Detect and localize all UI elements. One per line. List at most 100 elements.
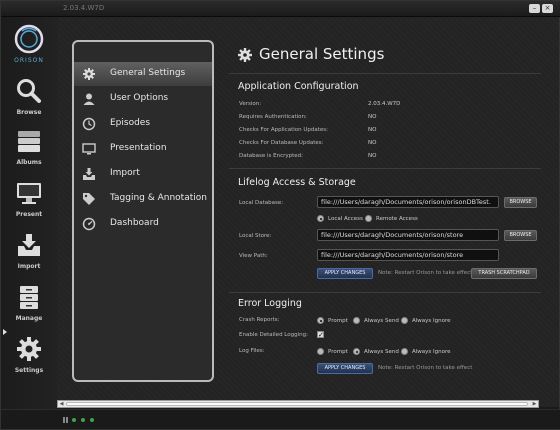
browse-database-button[interactable]: BROWSE (504, 197, 537, 208)
radio-dot (317, 317, 324, 324)
log-always-ignore-radio[interactable]: Always Ignore (401, 348, 451, 355)
scrollbar-thumb[interactable] (66, 402, 528, 406)
menu-item-episodes[interactable]: Episodes (74, 112, 212, 136)
presentation-icon (82, 143, 96, 155)
trash-scratchpad-button[interactable]: TRASH SCRATCHPAD (471, 268, 537, 279)
status-dot-icon (90, 418, 94, 422)
log-prompt-radio[interactable]: Prompt (317, 348, 348, 355)
menu-item-import[interactable]: Import (74, 162, 212, 186)
menu-item-dashboard[interactable]: Dashboard (74, 212, 212, 236)
gear-icon (83, 68, 95, 80)
radio-dot (401, 348, 408, 355)
requires-auth-value: NO (368, 114, 377, 120)
apply-changes-button[interactable]: APPLY CHANGES (317, 268, 373, 279)
crash-always-ignore-radio[interactable]: Always Ignore (401, 317, 451, 324)
restart-note: Note: Restart Orison to take effect (378, 270, 473, 276)
horizontal-scrollbar[interactable]: ◀ ▶ (57, 400, 539, 408)
db-updates-value: NO (368, 140, 377, 146)
version-label: Version: (239, 101, 262, 107)
status-bar (1, 409, 560, 429)
detailed-logging-checkbox[interactable]: ✓ (317, 331, 324, 339)
cabinet-icon (20, 286, 38, 309)
section-title: Error Logging (238, 298, 302, 309)
scroll-left-icon[interactable]: ◀ (58, 401, 65, 407)
radio-dot (317, 348, 324, 355)
local-database-field[interactable]: file:///Users/daragh/Documents/orison/or… (317, 196, 499, 208)
radio-dot (353, 317, 360, 324)
radio-label: Always Send (364, 317, 399, 324)
local-store-field[interactable]: file:///Users/daragh/Documents/orison/st… (317, 229, 499, 241)
import-icon (83, 168, 95, 180)
brand-name: ORISON (14, 57, 44, 64)
gear-icon (17, 337, 41, 361)
menu-item-label: Import (110, 168, 140, 178)
radio-dot (401, 317, 408, 324)
gear-icon (238, 48, 252, 62)
db-encrypted-value: NO (368, 153, 377, 159)
crash-prompt-radio[interactable]: Prompt (317, 317, 348, 324)
nav-manage[interactable]: Manage (1, 279, 57, 329)
import-tray-icon (18, 234, 40, 256)
version-value: 2.03.4.W7D (368, 101, 401, 107)
menu-item-tagging-annotation[interactable]: Tagging & Annotation (74, 187, 212, 211)
radio-label: Prompt (328, 348, 348, 355)
orison-logo-icon (14, 24, 44, 54)
albums-icon (18, 131, 40, 152)
nav-import[interactable]: Import (1, 227, 57, 277)
nav-label: Import (17, 263, 41, 270)
nav-albums[interactable]: Albums (1, 123, 57, 173)
grip-icon (63, 417, 68, 423)
minimize-button[interactable]: – (529, 4, 540, 13)
radio-label: Local Access (328, 215, 363, 222)
monitor-icon (17, 183, 41, 204)
user-icon (83, 93, 95, 105)
error-logging-section: Error Logging Crash Reports: Prompt Alwa… (229, 292, 541, 382)
nav-label: Manage (15, 315, 43, 322)
status-dot-icon (81, 418, 85, 422)
crash-always-send-radio[interactable]: Always Send (353, 317, 399, 324)
dashboard-icon (82, 217, 96, 231)
view-path-field[interactable]: file:///Users/daragh/Documents/orison/st… (317, 249, 499, 261)
nav-settings[interactable]: Settings (1, 331, 57, 381)
requires-auth-label: Requires Authentication: (239, 114, 307, 120)
restart-note: Note: Restart Orison to take effect (378, 365, 473, 371)
nav-browse[interactable]: Browse (1, 73, 57, 123)
app-window: 2.03.4.W7D – × ORISON Browse Albums Pres… (0, 0, 560, 430)
menu-item-presentation[interactable]: Presentation (74, 137, 212, 161)
local-access-radio[interactable]: Local Access (317, 215, 363, 222)
remote-access-radio[interactable]: Remote Access (365, 215, 418, 222)
nav-label: Settings (14, 367, 44, 374)
magnifier-icon (17, 79, 41, 103)
settings-content: General Settings Application Configurati… (229, 41, 541, 401)
active-nav-indicator (3, 329, 7, 335)
menu-item-label: Dashboard (110, 218, 159, 228)
close-button[interactable]: × (542, 4, 553, 13)
log-always-send-radio[interactable]: Always Send (353, 348, 399, 355)
app-updates-value: NO (368, 127, 377, 133)
window-title: 2.03.4.W7D (63, 4, 105, 12)
section-title: Lifelog Access & Storage (238, 177, 356, 188)
menu-item-label: General Settings (110, 68, 186, 78)
radio-label: Remote Access (376, 215, 418, 222)
window-controls: – × (529, 4, 553, 13)
menu-item-label: Tagging & Annotation (110, 193, 207, 203)
page-title: General Settings (259, 45, 385, 63)
tag-icon (83, 193, 95, 205)
status-dot-icon (72, 418, 76, 422)
browse-store-button[interactable]: BROWSE (504, 230, 537, 241)
detailed-logging-label: Enable Detailed Logging: (239, 332, 308, 338)
app-updates-label: Checks For Application Updates: (239, 127, 328, 133)
left-nav: ORISON Browse Albums Present Import Mana… (1, 17, 57, 409)
menu-item-user-options[interactable]: User Options (74, 87, 212, 111)
radio-dot (317, 215, 324, 222)
menu-item-label: Episodes (110, 118, 151, 128)
crash-reports-label: Crash Reports: (239, 317, 280, 323)
local-store-label: Local Store: (239, 233, 272, 239)
nav-label: Browse (16, 109, 42, 116)
scroll-right-icon[interactable]: ▶ (531, 401, 538, 407)
apply-changes-button[interactable]: APPLY CHANGES (317, 363, 373, 374)
menu-item-general-settings[interactable]: General Settings (74, 62, 212, 86)
nav-present[interactable]: Present (1, 175, 57, 225)
db-updates-label: Checks For Database Updates: (239, 140, 324, 146)
application-configuration-section: Application Configuration Version: 2.03.… (229, 73, 541, 163)
